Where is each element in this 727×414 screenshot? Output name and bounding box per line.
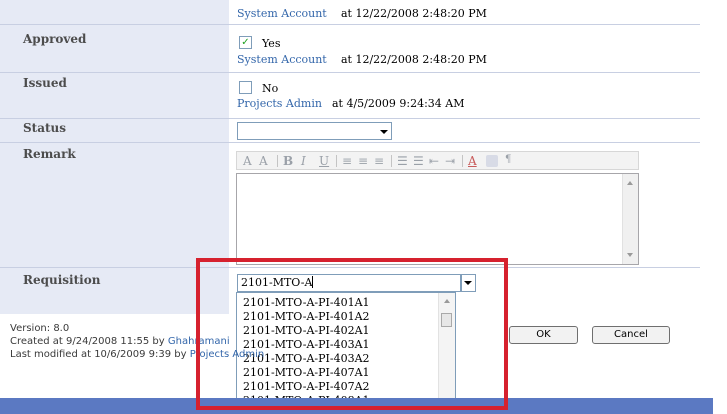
scroll-up-icon (627, 181, 633, 185)
row-divider (0, 118, 700, 119)
align-center-icon[interactable]: ≡ (358, 154, 368, 168)
rich-text-toolbar: A A B I U ≡ ≡ ≡ ☰ ☰ ⇤ ⇥ A ¶ (236, 151, 639, 170)
increase-indent-icon[interactable]: ⇥ (445, 154, 455, 168)
decrease-indent-icon[interactable]: ⇤ (429, 154, 439, 168)
highlight-color-icon[interactable] (486, 155, 498, 167)
issued-checkbox[interactable] (239, 81, 252, 94)
editor-scrollbar[interactable] (622, 174, 638, 264)
approved-date: at 12/22/2008 2:48:20 PM (341, 53, 487, 66)
row-divider (0, 24, 700, 25)
toolbar-separator (391, 155, 392, 167)
approved-label: Approved (23, 32, 87, 46)
issued-value: No (262, 82, 279, 95)
numbered-list-icon[interactable]: ☰ (397, 154, 408, 168)
paragraph-icon[interactable]: ¶ (505, 154, 511, 165)
font-icon[interactable]: A (243, 154, 252, 168)
row-divider (0, 142, 700, 143)
align-right-icon[interactable]: ≡ (374, 154, 384, 168)
toolbar-separator (336, 155, 337, 167)
align-left-icon[interactable]: ≡ (342, 154, 352, 168)
approved-by-link[interactable]: System Account (237, 53, 327, 66)
version-text: Version: 8.0 (10, 323, 70, 334)
remark-label: Remark (23, 147, 76, 161)
text-color-icon[interactable]: A (468, 154, 477, 168)
status-select[interactable] (237, 122, 392, 140)
issued-label: Issued (23, 76, 67, 90)
toolbar-separator (462, 155, 463, 167)
italic-icon[interactable]: I (301, 154, 306, 168)
font-size-icon[interactable]: A (259, 154, 268, 168)
underline-icon[interactable]: U (319, 154, 329, 168)
requisition-label: Requisition (23, 273, 101, 287)
bulleted-list-icon[interactable]: ☰ (413, 154, 424, 168)
issued-by-link[interactable]: Projects Admin (237, 97, 322, 110)
top-modified-by-link[interactable]: System Account (237, 7, 327, 20)
toolbar-separator (277, 155, 278, 167)
modified-prefix: Last modified at 10/6/2009 9:39 by (10, 349, 190, 360)
cancel-button[interactable]: Cancel (592, 326, 670, 344)
scroll-down-icon (627, 253, 633, 257)
approved-value: Yes (262, 37, 281, 50)
created-prefix: Created at 9/24/2008 11:55 by (10, 336, 168, 347)
remark-editor[interactable] (236, 173, 639, 265)
approved-checkbox[interactable]: ✓ (239, 36, 252, 49)
top-modified-date: at 12/22/2008 2:48:20 PM (341, 7, 487, 20)
chevron-down-icon (380, 130, 388, 134)
ok-button[interactable]: OK (509, 326, 578, 344)
status-label: Status (23, 121, 67, 135)
bold-icon[interactable]: B (283, 154, 293, 168)
red-highlight-box (196, 258, 508, 410)
issued-date: at 4/5/2009 9:24:34 AM (332, 97, 465, 110)
row-divider (0, 72, 700, 73)
